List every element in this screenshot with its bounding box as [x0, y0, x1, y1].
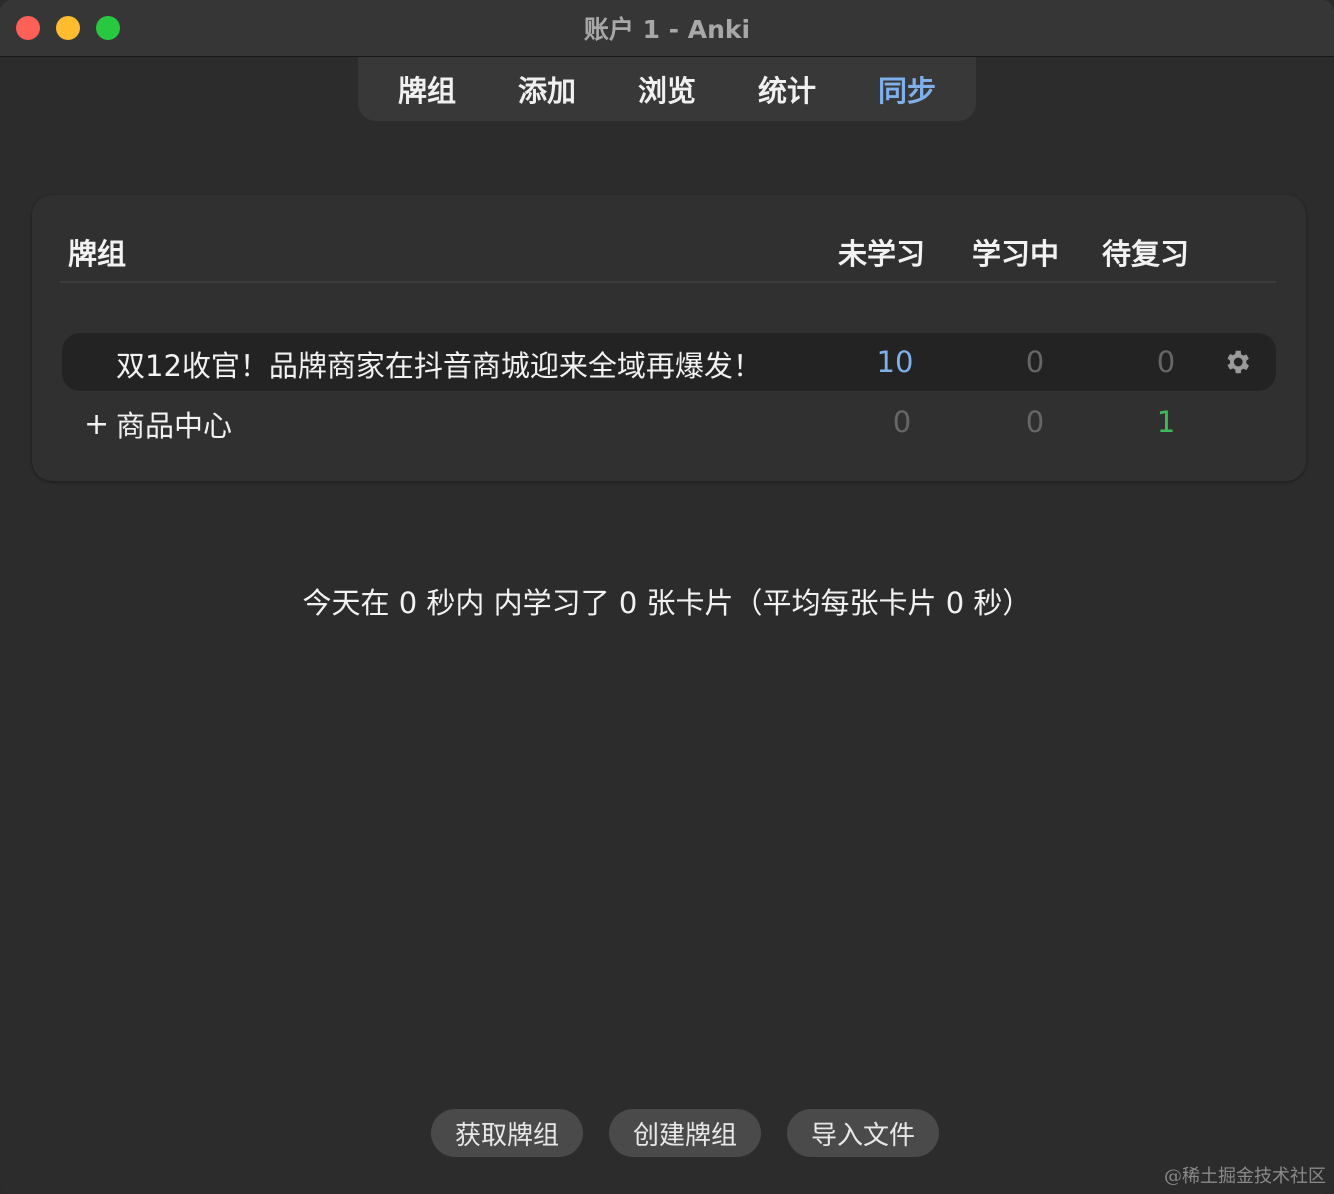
create-deck-button[interactable]: 创建牌组 — [609, 1109, 761, 1157]
deck-new-count: 0 — [892, 405, 912, 439]
main-toolbar: 牌组 添加 浏览 统计 同步 — [358, 57, 976, 121]
header-deck: 牌组 — [68, 237, 127, 271]
toolbar-decks[interactable]: 牌组 — [367, 68, 487, 110]
deck-learn-count: 0 — [1025, 405, 1045, 439]
expand-toggle[interactable]: + — [84, 407, 109, 442]
gear-icon[interactable] — [1222, 347, 1252, 377]
deck-learn-count: 0 — [1025, 345, 1045, 379]
import-file-button[interactable]: 导入文件 — [787, 1109, 939, 1157]
toolbar-browse[interactable]: 浏览 — [607, 68, 727, 110]
deck-new-count: 10 — [876, 345, 914, 379]
watermark: @稀土掘金技术社区 — [1164, 1166, 1326, 1187]
header-learn: 学习中 — [972, 237, 1060, 271]
get-shared-decks-button[interactable]: 获取牌组 — [431, 1109, 583, 1157]
header-due: 待复习 — [1102, 237, 1190, 271]
deck-name[interactable]: 商品中心 — [116, 403, 232, 445]
deck-due-count: 1 — [1156, 405, 1176, 439]
deck-due-count: 0 — [1156, 345, 1176, 379]
header-new: 未学习 — [838, 237, 926, 271]
deck-name[interactable]: 双12收官！品牌商家在抖音商城迎来全域再爆发！ — [116, 343, 762, 385]
header-divider — [60, 281, 1276, 283]
study-stats-text: 今天在 0 秒内 内学习了 0 张卡片（平均每张卡片 0 秒） — [302, 586, 1032, 620]
toolbar-sync[interactable]: 同步 — [847, 68, 967, 110]
toolbar-add[interactable]: 添加 — [487, 68, 607, 110]
deck-list-panel: 牌组 未学习 学习中 待复习 双12收官！品牌商家在抖音商城迎来全域再爆发！ 1… — [32, 195, 1306, 481]
title-bar: 账户 1 - Anki — [0, 0, 1334, 57]
toolbar-stats[interactable]: 统计 — [727, 68, 847, 110]
window-title: 账户 1 - Anki — [583, 15, 751, 44]
anki-main-window: 账户 1 - Anki 牌组 添加 浏览 统计 同步 牌组 未学习 学习中 待复… — [0, 0, 1334, 1194]
